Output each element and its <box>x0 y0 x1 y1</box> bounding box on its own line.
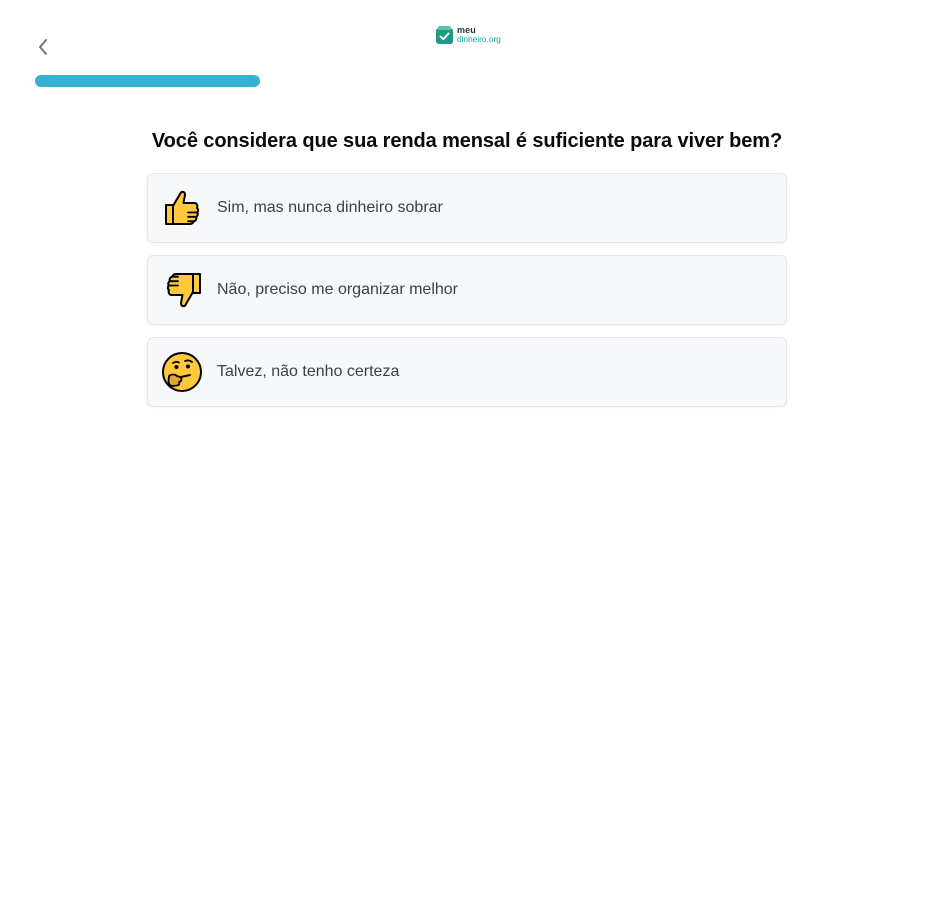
progress-bar <box>35 75 911 87</box>
option-label: Sim, mas nunca dinheiro sobrar <box>217 199 443 216</box>
option-no[interactable]: Não, preciso me organizar melhor <box>147 255 787 325</box>
logo: meu dinheiro.org <box>435 23 501 47</box>
thinking-face-icon <box>162 352 202 392</box>
thumbs-up-icon <box>165 190 200 225</box>
chevron-left-icon <box>39 39 47 55</box>
logo-text-dinheiro: dinheiro.org <box>457 33 501 44</box>
back-button[interactable] <box>32 36 54 58</box>
option-yes[interactable]: Sim, mas nunca dinheiro sobrar <box>147 173 787 243</box>
thumbs-down-icon <box>166 273 201 308</box>
option-maybe[interactable]: Talvez, não tenho certeza <box>147 337 787 407</box>
question-title: Você considera que sua renda mensal é su… <box>151 130 783 152</box>
option-label: Não, preciso me organizar melhor <box>217 281 458 298</box>
option-label: Talvez, não tenho certeza <box>217 363 400 380</box>
wallet-check-icon <box>436 26 453 44</box>
progress-bar-fill <box>35 75 261 87</box>
quiz-page: meu dinheiro.org Você considera que sua … <box>0 0 946 903</box>
answer-options: Sim, mas nunca dinheiro sobrar Não, prec… <box>147 173 787 419</box>
